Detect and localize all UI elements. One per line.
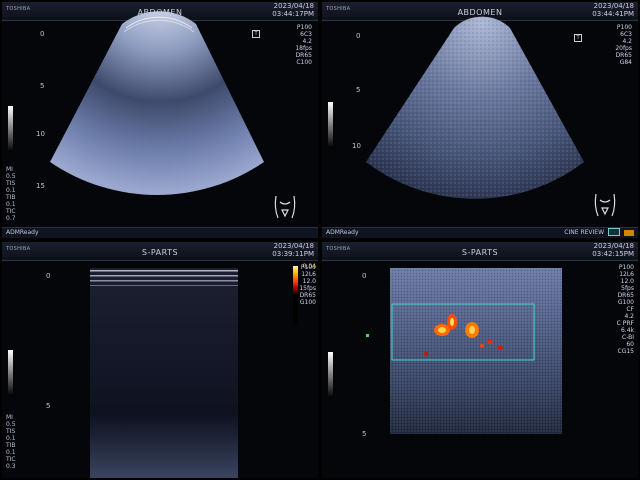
index: 0.7 [6,215,16,222]
safety-indices: MI 0.5 TIS 0.1 TIB 0.1 TIC 0.7 [6,166,16,222]
grayscale-bar [8,106,13,152]
param: 4.2 [302,38,312,45]
index: 0.1 [6,435,16,442]
param: 4.2 [622,38,632,45]
param: DR65 [295,52,312,59]
param: DR65 [299,292,316,299]
panel-abdomen-1: TOSHIBA ABDOMEN 2023/04/18 03:44:17PM P1… [2,2,318,238]
panel-sparts-1: TOSHIBA S-PARTS 2023/04/18 03:39:11PM P1… [2,242,318,478]
param: 4.2 [624,313,634,320]
body-mark-icon [594,193,616,217]
index: MI [6,414,13,421]
param: P100 [296,24,312,31]
datetime: 2023/04/18 03:39:11PM [272,242,314,258]
depth-label: 15 [36,182,45,190]
param: 20fps [615,45,632,52]
index: 0.5 [6,421,16,428]
date-text: 2023/04/18 [593,242,634,250]
imaging-params: P100 6C3 4.2 18fps DR65 C100 [295,24,312,66]
cine-status-icon [624,230,634,236]
param: 60 [626,341,634,348]
exam-title: S-PARTS [141,248,179,257]
index: 0.1 [6,201,16,208]
param: P100 [618,264,634,271]
param: G84 [619,59,632,66]
index: TIS [6,180,16,187]
depth-label: 0 [356,32,361,40]
param: 12.0 [302,278,316,285]
param: 5fps [621,285,634,292]
param: 12L6 [301,271,316,278]
grayscale-bar [328,352,333,398]
index: 0.5 [6,173,16,180]
body-mark-icon [274,195,296,219]
param: 15fps [299,285,316,292]
panel-sparts-2: TOSHIBA S-PARTS 2023/04/18 03:42:15PM P1… [322,242,638,478]
index: TIS [6,428,16,435]
imaging-params: P100 12L6 12.0 5fps DR65 G100 CF 4.2 C P… [617,264,634,355]
depth-label: 0 [40,30,45,38]
safety-indices: MI 0.5 TIS 0.1 TIB 0.1 TIC 0.3 [6,414,16,470]
param: G100 [617,299,634,306]
date-text: 2023/04/18 [273,242,314,250]
footer-status: ADMReady [6,229,39,236]
ultrasound-sector-image [366,16,584,199]
param: C100 [296,59,312,66]
cine-review-label: CINE REVIEW [564,229,604,236]
ultrasound-sector-image [50,11,264,195]
ultrasound-linear-image [90,268,238,478]
depth-label: 5 [40,82,45,90]
depth-label: 5 [356,86,361,94]
grayscale-bar [8,350,13,396]
index: TIC [6,208,16,215]
imaging-params: P100 12L6 12.0 15fps DR65 G100 [299,264,316,306]
param: 12L6 [619,271,634,278]
color-scale-value: 0.04 [302,263,316,270]
depth-label: 0 [362,272,367,280]
depth-label: 10 [352,142,361,150]
depth-label: 0 [46,272,51,280]
imaging-params: P100 6C3 4.2 20fps DR65 G84 [615,24,632,66]
ultrasound-doppler-image [390,268,562,434]
footer-status: ADMReady [326,229,359,236]
depth-label: 5 [362,430,367,438]
index: TIC [6,456,16,463]
color-flow-scale-bar [293,266,298,324]
param: 6C3 [620,31,632,38]
index: TIB [6,442,16,449]
index: 0.1 [6,449,16,456]
depth-label: 5 [46,402,51,410]
param: CG15 [617,348,634,355]
panel-abdomen-2: TOSHIBA ABDOMEN 2023/04/18 03:44:41PM P1… [322,2,638,238]
panel-header: TOSHIBA S-PARTS 2023/04/18 03:42:15PM [322,242,638,261]
time-text: 03:42:15PM [592,250,634,258]
param: C-BI [621,334,634,341]
param: 12.0 [620,278,634,285]
index: TIB [6,194,16,201]
panel-header: TOSHIBA S-PARTS 2023/04/18 03:39:11PM [2,242,318,261]
status-footer: ADMReady [2,227,318,238]
exam-title: S-PARTS [461,248,499,257]
param: 6C3 [300,31,312,38]
time-text: 03:39:11PM [272,250,314,258]
param: DR65 [615,52,632,59]
datetime: 2023/04/18 03:42:15PM [592,242,634,258]
grayscale-bar [328,102,333,148]
transducer-marker-icon [252,30,260,38]
index: 0.3 [6,463,16,470]
param: DR65 [617,292,634,299]
param: P100 [616,24,632,31]
param: 18fps [295,45,312,52]
cine-loop-icon [608,228,620,236]
index: 0.1 [6,187,16,194]
status-footer: ADMReady CINE REVIEW [322,227,638,238]
focus-marker-icon [366,334,369,337]
transducer-marker-icon [574,34,582,42]
index: MI [6,166,13,173]
param: G100 [299,299,316,306]
param: 6.4k [620,327,634,334]
param: CF [626,306,634,313]
param: C PRF [616,320,634,327]
depth-label: 10 [36,130,45,138]
